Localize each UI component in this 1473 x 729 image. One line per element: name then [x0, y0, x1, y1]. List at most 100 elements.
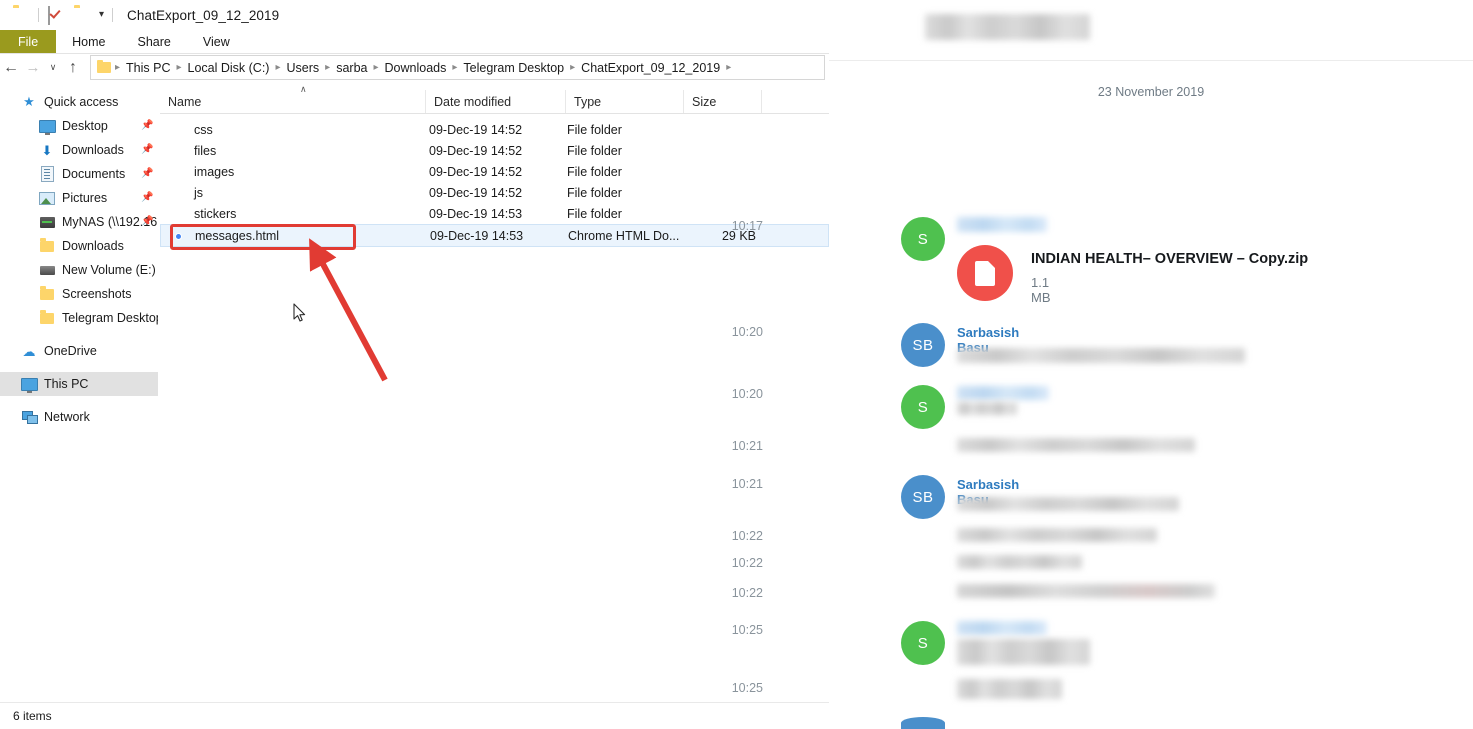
- telegram-export-panel: 23 November 2019 S 10:17 INDIAN HEALTH– …: [732, 0, 1473, 729]
- document-icon: [38, 166, 56, 182]
- tab-file[interactable]: File: [0, 30, 57, 54]
- pin-icon: 📌: [141, 168, 154, 179]
- sidebar-item-label: New Volume (E:): [62, 263, 156, 277]
- file-name: js: [194, 185, 204, 200]
- file-type: Chrome HTML Do...: [568, 228, 680, 243]
- file-name: stickers: [194, 206, 237, 221]
- table-row[interactable]: js 09-Dec-19 14:52 File folder: [160, 182, 829, 203]
- message-text-redacted: [957, 679, 1062, 699]
- message-text-redacted: [957, 584, 1215, 598]
- column-header-name[interactable]: Name: [160, 90, 425, 113]
- tab-share[interactable]: Share: [122, 30, 187, 54]
- sidebar-item-downloads[interactable]: ⬇ Downloads 📌: [0, 138, 158, 162]
- sidebar-item-label: OneDrive: [44, 344, 97, 358]
- sidebar-item-mynas[interactable]: MyNAS (\\192.16 📌: [0, 210, 158, 234]
- breadcrumb-sep: ▸: [325, 62, 331, 73]
- customize-caret-icon[interactable]: ▾: [99, 10, 104, 20]
- sidebar-item-desktop[interactable]: Desktop 📌: [0, 114, 158, 138]
- quick-access-toolbar: ▾: [0, 6, 117, 25]
- table-row[interactable]: stickers 09-Dec-19 14:53 File folder: [160, 203, 829, 224]
- window-title: ChatExport_09_12_2019: [127, 7, 280, 23]
- file-date: 09-Dec-19 14:52: [429, 185, 523, 200]
- file-name-cell: js: [160, 186, 425, 200]
- file-type: File folder: [567, 122, 622, 137]
- sidebar-group-quick-access[interactable]: ★ Quick access: [0, 90, 158, 114]
- breadcrumb-item-6[interactable]: ChatExport_09_12_2019: [577, 61, 724, 75]
- folder-icon: [38, 238, 56, 254]
- navigation-pane: ★ Quick access Desktop 📌 ⬇ Downloads 📌 D…: [0, 90, 158, 690]
- breadcrumb-item-4[interactable]: Downloads: [381, 61, 451, 75]
- sidebar-item-new-volume-e[interactable]: New Volume (E:): [0, 258, 158, 282]
- column-header-date-modified[interactable]: Date modified: [425, 90, 565, 113]
- forward-button[interactable]: →: [22, 57, 44, 79]
- sidebar-item-pictures[interactable]: Pictures 📌: [0, 186, 158, 210]
- table-row-selected[interactable]: messages.html 09-Dec-19 14:53 Chrome HTM…: [160, 224, 829, 247]
- breadcrumb-item-0[interactable]: This PC: [122, 61, 174, 75]
- network-icon: [20, 409, 38, 425]
- folder-icon[interactable]: [13, 7, 29, 23]
- download-arrow-icon: ⬇: [41, 142, 53, 158]
- breadcrumb-item-1[interactable]: Local Disk (C:): [184, 61, 274, 75]
- recent-locations-button[interactable]: ∨: [44, 57, 62, 79]
- properties-check-icon[interactable]: [48, 6, 64, 25]
- file-name: messages.html: [195, 228, 280, 243]
- message-text-redacted: [957, 402, 1017, 415]
- file-name: files: [194, 143, 217, 158]
- zip-file-icon: [957, 245, 1013, 301]
- pin-icon: 📌: [141, 192, 154, 203]
- folder-icon: [170, 123, 186, 137]
- message-text-redacted: [957, 555, 1082, 569]
- sidebar-item-network[interactable]: Network: [0, 405, 158, 429]
- back-button[interactable]: ←: [0, 57, 22, 79]
- sidebar-item-onedrive[interactable]: ☁ OneDrive: [0, 339, 158, 363]
- breadcrumb-sep: ▸: [570, 62, 576, 73]
- sidebar-item-documents[interactable]: Documents 📌: [0, 162, 158, 186]
- sidebar-item-label: Pictures: [62, 191, 108, 205]
- breadcrumb-item-3[interactable]: sarba: [332, 61, 371, 75]
- chrome-icon: [171, 229, 187, 243]
- message-time: 10:21: [731, 439, 763, 453]
- sender-name-redacted: [957, 217, 1047, 232]
- column-header-type[interactable]: Type: [565, 90, 683, 113]
- sidebar-item-telegram-desktop[interactable]: Telegram Desktop: [0, 306, 158, 330]
- message-text-redacted: [957, 639, 1090, 665]
- sidebar-item-screenshots[interactable]: Screenshots: [0, 282, 158, 306]
- breadcrumb-sep: ▸: [275, 62, 281, 73]
- tab-view[interactable]: View: [187, 30, 246, 54]
- file-date: 09-Dec-19 14:52: [429, 122, 523, 137]
- sender-name-redacted: [957, 386, 1049, 400]
- sidebar-item-this-pc[interactable]: This PC: [0, 372, 158, 396]
- breadcrumb-sep: ▸: [115, 62, 121, 73]
- monitor-icon: [38, 118, 56, 135]
- ribbon-tabs: File Home Share View: [0, 30, 829, 54]
- folder-icon: [170, 186, 186, 200]
- table-row[interactable]: files 09-Dec-19 14:52 File folder: [160, 140, 829, 161]
- breadcrumb[interactable]: ▸ This PC ▸ Local Disk (C:) ▸ Users ▸ sa…: [90, 55, 825, 80]
- file-date: 09-Dec-19 14:53: [429, 206, 523, 221]
- breadcrumb-item-5[interactable]: Telegram Desktop: [459, 61, 568, 75]
- folder-icon: [170, 207, 186, 221]
- monitor-icon: [20, 376, 38, 393]
- file-explorer-window: ▾ ChatExport_09_12_2019 File Home Share …: [0, 0, 829, 729]
- up-button[interactable]: ↑: [62, 57, 84, 79]
- breadcrumb-item-2[interactable]: Users: [283, 61, 324, 75]
- file-list: css 09-Dec-19 14:52 File folder files 09…: [160, 113, 829, 690]
- picture-icon: [38, 190, 56, 206]
- toolbar-divider: [38, 8, 39, 22]
- sidebar-group-label: Quick access: [44, 95, 119, 109]
- column-header-size[interactable]: Size: [683, 90, 761, 113]
- folder-icon: [38, 310, 56, 326]
- folder-icon: [170, 144, 186, 158]
- new-folder-icon[interactable]: [74, 7, 90, 23]
- message-time: 10:20: [731, 387, 763, 401]
- tab-home[interactable]: Home: [56, 30, 121, 54]
- file-name: images: [194, 164, 235, 179]
- message-time: 10:25: [731, 623, 763, 637]
- star-icon: ★: [23, 94, 35, 109]
- sidebar-item-downloads-folder[interactable]: Downloads: [0, 234, 158, 258]
- table-row[interactable]: css 09-Dec-19 14:52 File folder: [160, 119, 829, 140]
- file-type: File folder: [567, 185, 622, 200]
- message-text-redacted: [957, 528, 1157, 542]
- table-row[interactable]: images 09-Dec-19 14:52 File folder: [160, 161, 829, 182]
- avatar: S: [901, 621, 945, 665]
